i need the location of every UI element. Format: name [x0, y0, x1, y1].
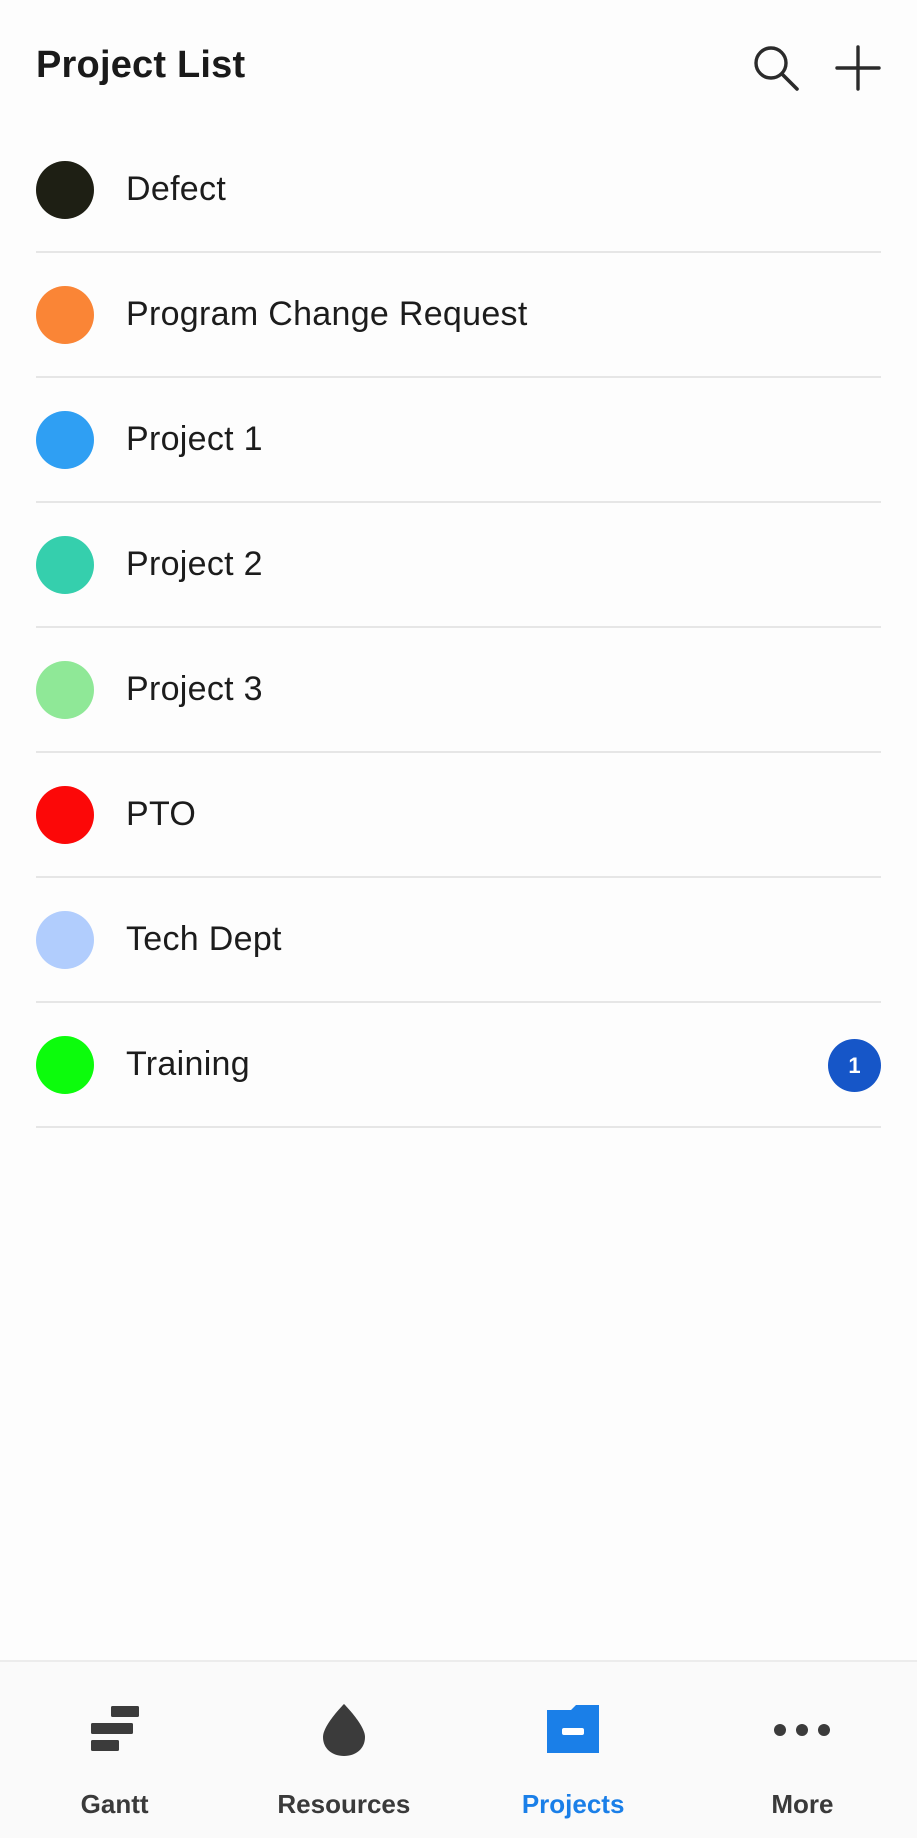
project-name: Tech Dept: [126, 920, 282, 958]
project-name: Training: [126, 1045, 250, 1083]
app-root: Project List Defect Program Change Reques…: [0, 0, 917, 1838]
nav-label-more: More: [771, 1789, 834, 1819]
gantt-icon: [83, 1700, 147, 1760]
project-row[interactable]: Defect: [36, 128, 881, 253]
project-color-dot: [36, 1035, 94, 1094]
project-name: Project 2: [126, 545, 263, 583]
nav-label-gantt: Gantt: [80, 1789, 149, 1819]
project-row[interactable]: Project 2: [36, 503, 881, 628]
project-name: PTO: [126, 795, 197, 833]
droplet-icon: [312, 1700, 376, 1760]
nav-label-projects: Projects: [521, 1789, 625, 1819]
project-row[interactable]: Project 1: [36, 378, 881, 503]
project-row[interactable]: PTO: [36, 753, 881, 878]
more-dots-icon: [770, 1700, 834, 1760]
header: Project List: [0, 0, 917, 135]
nav-item-projects[interactable]: Projects: [459, 1662, 688, 1838]
project-row[interactable]: Tech Dept: [36, 878, 881, 1003]
notification-count-badge: 1: [828, 1039, 881, 1092]
project-color-dot: [36, 660, 94, 719]
bottom-navigation: Gantt Resources Projects More: [0, 1660, 917, 1838]
plus-icon: [835, 45, 881, 91]
project-name: Project 3: [126, 670, 263, 708]
nav-item-more[interactable]: More: [688, 1662, 917, 1838]
project-list: Defect Program Change Request Project 1 Pro…: [36, 128, 881, 1128]
project-row[interactable]: Program Change Request: [36, 253, 881, 378]
project-color-dot: [36, 160, 94, 219]
project-row[interactable]: Training 1: [36, 1003, 881, 1128]
search-icon: [754, 46, 799, 91]
project-name: Project 1: [126, 420, 263, 458]
page-title: Project List: [36, 44, 246, 86]
project-color-dot: [36, 910, 94, 969]
project-color-dot: [36, 285, 94, 344]
project-row[interactable]: Project 3: [36, 628, 881, 753]
project-color-dot: [36, 785, 94, 844]
nav-item-gantt[interactable]: Gantt: [0, 1662, 229, 1838]
project-color-dot: [36, 535, 94, 594]
project-name: Defect: [126, 170, 227, 208]
nav-label-resources: Resources: [277, 1789, 411, 1819]
folder-icon: [541, 1700, 605, 1760]
search-button[interactable]: [744, 36, 808, 100]
project-name: Program Change Request: [126, 295, 528, 333]
project-color-dot: [36, 410, 94, 469]
add-project-button[interactable]: [826, 36, 890, 100]
nav-item-resources[interactable]: Resources: [229, 1662, 458, 1838]
